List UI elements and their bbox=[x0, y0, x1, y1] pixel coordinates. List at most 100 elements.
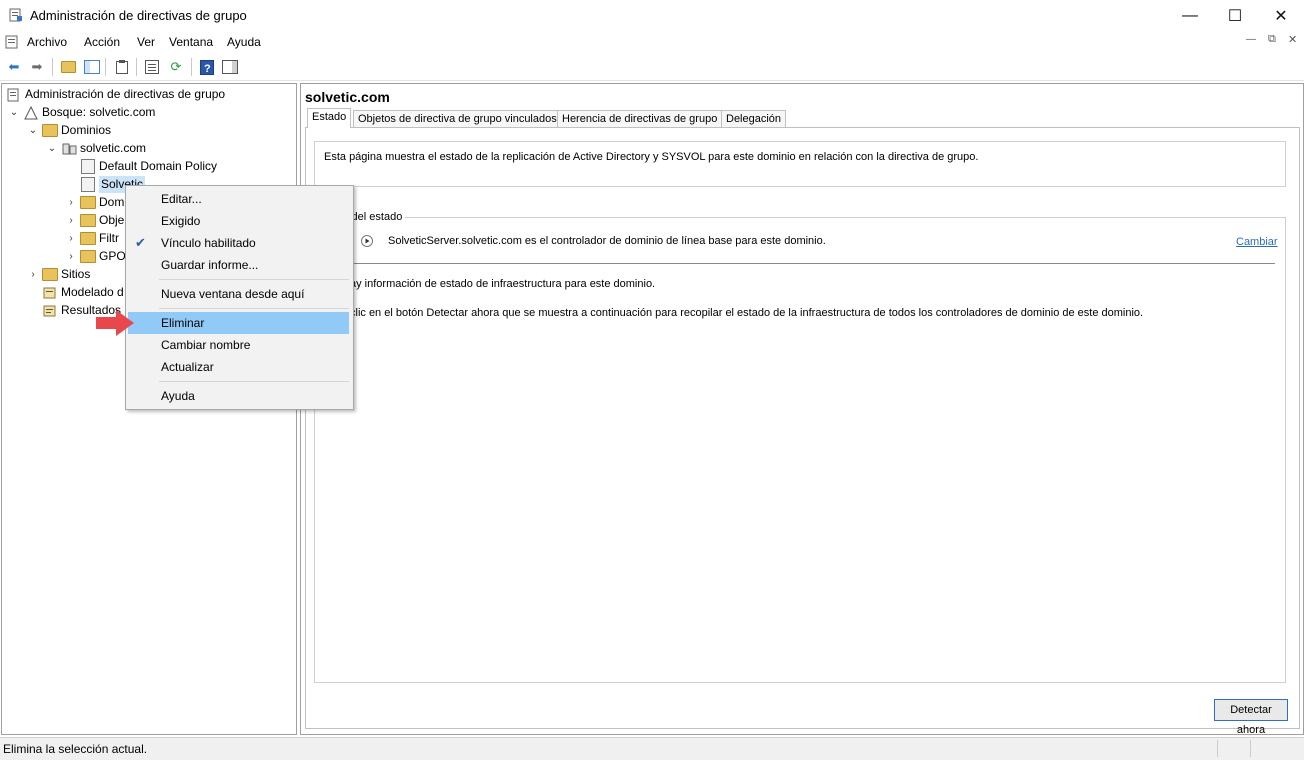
menu-item-new-window[interactable]: Nueva ventana desde aquí bbox=[128, 283, 349, 305]
properties-icon[interactable] bbox=[113, 58, 131, 76]
tree-child-3[interactable]: › Filtr bbox=[65, 230, 119, 247]
export-list-icon[interactable] bbox=[143, 58, 161, 76]
tab-estado[interactable]: Estado bbox=[307, 108, 352, 128]
change-link[interactable]: Cambiar bbox=[1236, 236, 1278, 248]
no-info-text: ay información de estado de infraestruct… bbox=[350, 278, 656, 290]
tree-forest[interactable]: ⌄ Bosque: solvetic.com bbox=[8, 104, 155, 121]
details-pane: solvetic.com Estado Objetos de directiva… bbox=[300, 83, 1304, 736]
menu-item-help[interactable]: Ayuda bbox=[128, 385, 349, 407]
toolbar-separator bbox=[136, 58, 137, 76]
mdi-restore-icon[interactable]: ⧉ bbox=[1268, 33, 1276, 46]
status-text: Elimina la selección actual. bbox=[3, 742, 148, 756]
tree-child-1[interactable]: › Dom bbox=[65, 194, 124, 211]
menu-item-enforced[interactable]: Exigido bbox=[128, 210, 349, 232]
domain-icon bbox=[61, 141, 77, 157]
status-bar: Elimina la selección actual. bbox=[0, 737, 1304, 760]
modeling-icon bbox=[42, 285, 58, 301]
chevron-down-icon[interactable]: ⌄ bbox=[8, 104, 20, 121]
refresh-icon[interactable]: ⟳ bbox=[167, 58, 185, 76]
chevron-right-icon[interactable]: › bbox=[27, 266, 39, 283]
forest-icon bbox=[23, 105, 39, 121]
tree-child-4[interactable]: › GPO bbox=[65, 248, 126, 265]
tree-modeling-label: Modelado d bbox=[61, 285, 124, 299]
menu-bar: Archivo Acción Ver Ventana Ayuda — ⧉ ✕ bbox=[0, 31, 1304, 53]
menu-ventana[interactable]: Ventana bbox=[169, 35, 213, 49]
tree-sites[interactable]: › Sitios bbox=[27, 266, 90, 283]
toolbar-separator bbox=[52, 58, 53, 76]
title-bar: Administración de directivas de grupo — … bbox=[0, 0, 1304, 31]
tree-child-2[interactable]: › Obje bbox=[65, 212, 124, 229]
instructions-text: clic en el botón Detectar ahora que se m… bbox=[350, 307, 1144, 319]
menu-accion[interactable]: Acción bbox=[84, 35, 120, 49]
intro-box: Esta página muestra el estado de la repl… bbox=[314, 141, 1286, 187]
mdi-close-icon[interactable]: ✕ bbox=[1288, 33, 1297, 46]
close-button[interactable]: ✕ bbox=[1258, 0, 1304, 31]
tree-domain[interactable]: ⌄ solvetic.com bbox=[46, 140, 146, 157]
tree-sites-label: Sitios bbox=[61, 267, 91, 281]
tree-child-2-label: Obje bbox=[99, 213, 125, 227]
tree-child-4-label: GPO bbox=[99, 249, 126, 263]
tree-modeling[interactable]: Modelado d bbox=[42, 284, 124, 301]
context-menu: Editar... Exigido ✔ Vínculo habilitado Gu… bbox=[125, 185, 354, 410]
chevron-right-icon[interactable]: › bbox=[65, 212, 77, 229]
status-separator bbox=[1250, 740, 1251, 757]
back-arrow-icon[interactable]: ⬅ bbox=[5, 58, 23, 76]
folder-icon bbox=[80, 213, 96, 229]
menu-item-save-report[interactable]: Guardar informe... bbox=[128, 254, 349, 276]
folder-icon bbox=[42, 267, 58, 283]
gpmc-icon bbox=[6, 87, 22, 103]
menu-ayuda[interactable]: Ayuda bbox=[227, 35, 261, 49]
folder-icon bbox=[42, 123, 58, 139]
forward-arrow-icon[interactable]: ➡ bbox=[28, 58, 46, 76]
toolbar-separator bbox=[105, 58, 106, 76]
up-folder-icon[interactable] bbox=[59, 58, 77, 76]
tree-child-1-label: Dom bbox=[99, 195, 125, 209]
gpo-link-icon bbox=[80, 159, 96, 175]
baseline-text: SolveticServer.solvetic.com es el contro… bbox=[388, 235, 826, 247]
maximize-button[interactable]: ☐ bbox=[1212, 0, 1258, 31]
console-icon[interactable] bbox=[5, 35, 19, 49]
tab-inheritance[interactable]: Herencia de directivas de grupo bbox=[557, 110, 723, 128]
tab-linked-gpos[interactable]: Objetos de directiva de grupo vinculados bbox=[353, 110, 562, 128]
tree-domain-label: solvetic.com bbox=[80, 141, 147, 155]
chevron-right-icon[interactable]: › bbox=[65, 194, 77, 211]
expand-circle-icon[interactable] bbox=[361, 235, 373, 247]
ou-folder-icon bbox=[80, 195, 96, 211]
toolbar-separator bbox=[191, 58, 192, 76]
checkmark-icon: ✔ bbox=[135, 235, 146, 250]
tree-root-label: Administración de directivas de grupo bbox=[25, 87, 226, 101]
toolbar: ⬅ ➡ ⟳ ? bbox=[0, 54, 1304, 81]
tree-root[interactable]: Administración de directivas de grupo bbox=[6, 86, 225, 103]
minimize-button[interactable]: — bbox=[1167, 0, 1213, 31]
gpo-link-icon bbox=[80, 177, 96, 193]
menu-archivo[interactable]: Archivo bbox=[27, 35, 67, 49]
help-icon[interactable]: ? bbox=[198, 58, 216, 76]
chevron-right-icon[interactable]: › bbox=[65, 230, 77, 247]
chevron-down-icon[interactable]: ⌄ bbox=[27, 122, 39, 139]
tree-domains[interactable]: ⌄ Dominios bbox=[27, 122, 111, 139]
status-separator bbox=[1217, 740, 1218, 757]
chevron-right-icon[interactable]: › bbox=[65, 248, 77, 265]
menu-item-link-enabled[interactable]: ✔ Vínculo habilitado bbox=[128, 232, 349, 254]
tab-delegation[interactable]: Delegación bbox=[721, 110, 787, 128]
chevron-down-icon[interactable]: ⌄ bbox=[46, 140, 58, 157]
menu-item-edit[interactable]: Editar... bbox=[128, 188, 349, 210]
tree-child-3-label: Filtr bbox=[99, 231, 119, 245]
divider bbox=[350, 263, 1275, 264]
show-tree-icon[interactable] bbox=[83, 58, 101, 76]
intro-text: Esta página muestra el estado de la repl… bbox=[324, 151, 979, 163]
detect-now-button[interactable]: Detectar ahora bbox=[1214, 699, 1288, 736]
menu-item-rename[interactable]: Cambiar nombre bbox=[128, 334, 349, 356]
tree-default-domain-policy[interactable]: Default Domain Policy bbox=[80, 158, 217, 175]
status-details-group: s del estado SolveticServer.solvetic.com… bbox=[314, 211, 1286, 683]
menu-separator bbox=[159, 308, 349, 309]
menu-item-refresh[interactable]: Actualizar bbox=[128, 356, 349, 378]
menu-item-delete[interactable]: Eliminar bbox=[128, 312, 349, 334]
action-pane-icon[interactable] bbox=[221, 58, 239, 76]
tree-ddp-label: Default Domain Policy bbox=[99, 159, 218, 173]
menu-ver[interactable]: Ver bbox=[137, 35, 155, 49]
mdi-minimize-icon[interactable]: — bbox=[1246, 34, 1256, 45]
menu-separator bbox=[159, 381, 349, 382]
window-title: Administración de directivas de grupo bbox=[30, 8, 247, 23]
tab-content: Esta página muestra el estado de la repl… bbox=[305, 127, 1300, 729]
